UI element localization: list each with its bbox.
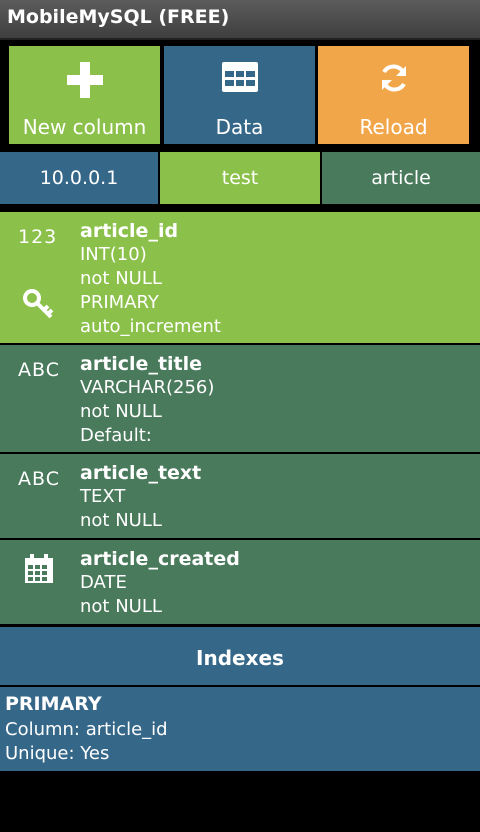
column-type: VARCHAR(256)	[80, 377, 215, 398]
column-extra: auto_increment	[80, 316, 221, 337]
reload-label: Reload	[359, 115, 428, 139]
key-icon	[22, 288, 54, 324]
column-key: PRIMARY	[80, 292, 159, 313]
column-type: INT(10)	[80, 244, 147, 265]
table-icon	[221, 62, 258, 96]
column-item-article-created[interactable]: article_created DATE not NULL	[0, 540, 480, 624]
new-column-label: New column	[22, 115, 147, 139]
breadcrumb-table[interactable]: article	[322, 152, 480, 204]
app-title-bar: MobileMySQL (FREE)	[0, 0, 480, 40]
reload-button[interactable]: Reload	[318, 46, 469, 144]
breadcrumb: 10.0.0.1 test article	[0, 152, 480, 204]
index-unique: Unique: Yes	[5, 743, 110, 764]
text-type-icon: ABC	[18, 468, 60, 490]
text-type-icon: ABC	[18, 359, 60, 381]
index-item-primary[interactable]: PRIMARY Column: article_id Unique: Yes	[0, 687, 480, 771]
column-default: Default:	[80, 425, 152, 446]
number-type-icon: 123	[18, 226, 58, 248]
data-label: Data	[215, 115, 264, 139]
column-nullability: not NULL	[80, 268, 162, 289]
column-item-article-title[interactable]: ABC article_title VARCHAR(256) not NULL …	[0, 345, 480, 452]
column-nullability: not NULL	[80, 401, 162, 422]
refresh-icon	[378, 62, 410, 98]
column-item-article-id[interactable]: 123 article_id INT(10) not NULL PRIMARY …	[0, 212, 480, 343]
column-name: article_created	[80, 548, 240, 570]
index-column: Column: article_id	[5, 719, 168, 740]
app-title: MobileMySQL (FREE)	[7, 6, 230, 28]
toolbar: New column Data Reload	[0, 46, 480, 144]
column-nullability: not NULL	[80, 596, 162, 617]
new-column-button[interactable]: New column	[9, 46, 160, 144]
column-name: article_title	[80, 353, 203, 375]
breadcrumb-host[interactable]: 10.0.0.1	[0, 152, 158, 204]
column-type: TEXT	[80, 486, 126, 507]
calendar-icon	[24, 554, 54, 588]
column-item-article-text[interactable]: ABC article_text TEXT not NULL	[0, 454, 480, 538]
index-name: PRIMARY	[5, 693, 102, 715]
column-name: article_text	[80, 462, 202, 484]
breadcrumb-database[interactable]: test	[160, 152, 320, 204]
indexes-header: Indexes	[0, 627, 480, 685]
column-nullability: not NULL	[80, 510, 162, 531]
column-type: DATE	[80, 572, 127, 593]
plus-icon	[66, 62, 103, 102]
column-name: article_id	[80, 220, 179, 242]
data-button[interactable]: Data	[164, 46, 315, 144]
